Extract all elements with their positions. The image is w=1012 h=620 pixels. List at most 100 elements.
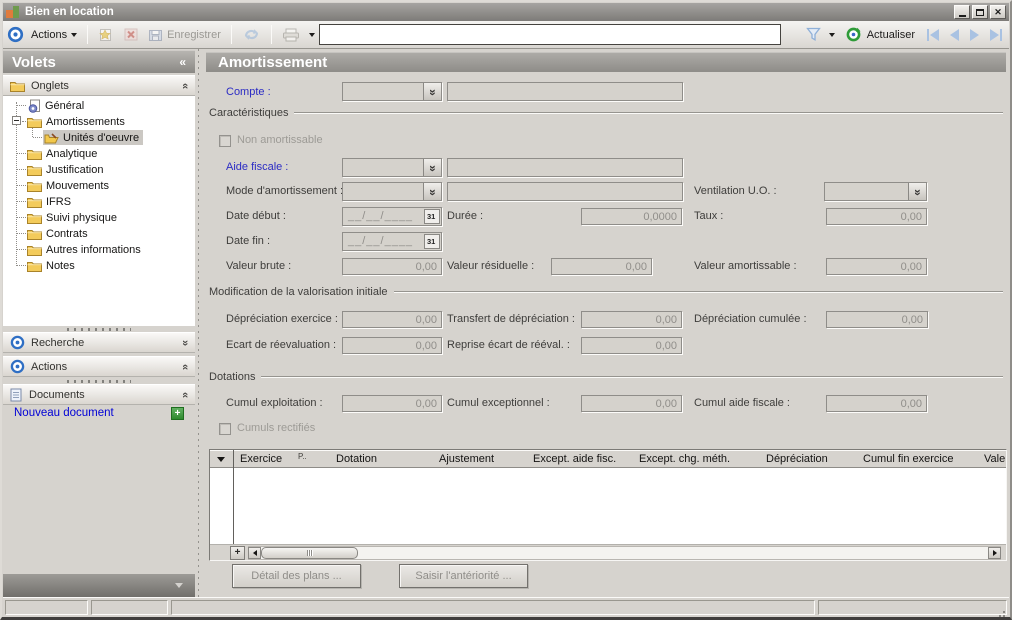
maximize-button[interactable] [972, 5, 988, 19]
red-x-icon [124, 28, 138, 41]
valeur-amortissable-field[interactable]: 0,00 [826, 258, 927, 275]
duree-field[interactable]: 0,0000 [581, 208, 682, 225]
tree-item-unites-doeuvre[interactable]: Unités d'oeuvre [43, 130, 143, 145]
compte-field[interactable] [447, 82, 683, 101]
horizontal-scrollbar[interactable] [248, 546, 1001, 560]
vertical-splitter[interactable] [195, 49, 202, 597]
date-debut-field[interactable]: __/__/____ 31 [342, 207, 442, 226]
depreciation-cumulee-label: Dépréciation cumulée : [694, 312, 807, 327]
sidebar-splitter-handle[interactable] [67, 328, 131, 331]
aide-fiscale-field[interactable] [447, 158, 683, 177]
next-record-button[interactable] [968, 29, 981, 41]
sidebar-splitter-handle[interactable] [67, 380, 131, 383]
date-fin-field[interactable]: __/__/____ 31 [342, 232, 442, 251]
saisir-anteriorite-button[interactable]: Saisir l'antériorité ... [399, 564, 528, 588]
last-record-button[interactable] [988, 29, 1004, 41]
filter-options-caret[interactable] [829, 33, 835, 37]
mode-amortissement-field[interactable] [447, 182, 683, 201]
tree-item-justification[interactable]: Justification [26, 162, 107, 177]
tree-item-analytique[interactable]: Analytique [26, 146, 101, 161]
new-record-button[interactable] [95, 26, 117, 44]
nouveau-document-link[interactable]: Nouveau document [14, 407, 114, 419]
ventilation-uo-combo[interactable]: » [824, 182, 927, 201]
chevron-down-icon[interactable]: » [423, 183, 441, 200]
previous-record-button[interactable] [948, 29, 961, 41]
first-record-button[interactable] [925, 29, 941, 41]
print-options-caret[interactable] [309, 33, 315, 37]
delete-record-button[interactable] [121, 26, 141, 43]
non-amortissable-row: Non amortissable [219, 133, 323, 148]
last-icon [990, 29, 999, 41]
taux-field[interactable]: 0,00 [826, 208, 927, 225]
column-depreciation[interactable]: Dépréciation [766, 453, 828, 465]
filter-funnel-icon[interactable] [805, 26, 822, 43]
column-cumul-fin-exercice[interactable]: Cumul fin exercice [863, 453, 953, 465]
tree-item-autres-informations[interactable]: Autres informations [26, 242, 145, 257]
scrollbar-thumb[interactable] [261, 547, 358, 559]
actions-menu-button[interactable]: Actions [28, 27, 80, 43]
tree-item-ifrs[interactable]: IFRS [26, 194, 75, 209]
cumuls-rectifies-checkbox[interactable] [219, 423, 231, 435]
collapse-node-icon[interactable] [12, 116, 21, 125]
section-documents[interactable]: Documents « [3, 384, 195, 405]
close-button[interactable]: ✕ [990, 5, 1006, 19]
refresh-record-button[interactable] [239, 25, 264, 44]
folder-icon [10, 80, 25, 92]
tree-item-notes[interactable]: Notes [26, 258, 79, 273]
transfert-depreciation-field[interactable]: 0,00 [581, 311, 682, 328]
folder-icon [27, 148, 42, 160]
calendar-button[interactable]: 31 [424, 234, 440, 249]
search-input[interactable] [319, 24, 781, 45]
tree-item-amortissements[interactable]: Amortissements [26, 114, 129, 129]
mode-amortissement-combo[interactable]: » [342, 182, 442, 201]
detail-des-plans-button[interactable]: Détail des plans ... [232, 564, 361, 588]
ecart-reevaluation-field[interactable]: 0,00 [342, 337, 442, 354]
column-except-aide-fisc[interactable]: Except. aide fisc. [533, 453, 616, 465]
tree-item-mouvements[interactable]: Mouvements [26, 178, 113, 193]
section-recherche[interactable]: Recherche » [3, 332, 195, 353]
cumul-exceptionnel-field[interactable]: 0,00 [581, 395, 682, 412]
refresh-view-button[interactable]: Actualiser [842, 24, 918, 45]
tree-item-contrats[interactable]: Contrats [26, 226, 92, 241]
column-valeur[interactable]: Vale [984, 453, 1005, 465]
collapse-section-icon[interactable]: « [182, 362, 188, 372]
column-dotation[interactable]: Dotation [336, 453, 377, 465]
cumuls-rectifies-row: Cumuls rectifiés [219, 421, 315, 436]
calendar-button[interactable]: 31 [424, 209, 440, 224]
scroll-right-button[interactable] [988, 547, 1001, 559]
section-actions[interactable]: Actions « [3, 356, 195, 377]
collapse-section-icon[interactable]: « [182, 81, 188, 91]
chevron-down-icon[interactable]: » [908, 183, 926, 200]
resize-grip[interactable] [1003, 611, 1005, 613]
valeur-residuelle-field[interactable]: 0,00 [551, 258, 652, 275]
compte-combo[interactable]: » [342, 82, 442, 101]
depreciation-exercice-field[interactable]: 0,00 [342, 311, 442, 328]
column-except-chg-meth[interactable]: Except. chg. méth. [639, 453, 730, 465]
column-ajustement[interactable]: Ajustement [439, 453, 494, 465]
add-document-button[interactable]: + [171, 407, 184, 420]
cumul-exploitation-field[interactable]: 0,00 [342, 395, 442, 412]
non-amortissable-checkbox[interactable] [219, 135, 231, 147]
scroll-left-button[interactable] [248, 547, 261, 559]
expand-section-icon[interactable]: » [182, 338, 188, 348]
cumul-aide-fiscale-field[interactable]: 0,00 [826, 395, 927, 412]
section-onglets[interactable]: Onglets « [3, 75, 195, 96]
save-button[interactable]: Enregistrer [145, 26, 224, 44]
chevron-down-icon[interactable]: » [423, 83, 441, 100]
chevron-down-icon[interactable]: » [423, 159, 441, 176]
add-row-button[interactable]: + [230, 546, 245, 560]
column-exercice[interactable]: Exercice [240, 453, 282, 465]
minimize-button[interactable] [954, 5, 970, 19]
aide-fiscale-combo[interactable]: » [342, 158, 442, 177]
collapse-section-icon[interactable]: « [182, 390, 188, 400]
depreciation-cumulee-field[interactable]: 0,00 [826, 311, 928, 328]
compte-label: Compte : [226, 85, 271, 100]
print-button[interactable] [279, 26, 303, 44]
tree-item-general[interactable]: Général [26, 98, 88, 113]
reprise-ecart-field[interactable]: 0,00 [581, 337, 682, 354]
sidebar-bottom-bar [3, 574, 195, 597]
more-options-caret[interactable] [175, 583, 183, 588]
collapse-sidebar-button[interactable]: « [179, 55, 186, 69]
tree-item-suivi-physique[interactable]: Suivi physique [26, 210, 121, 225]
valeur-brute-field[interactable]: 0,00 [342, 258, 442, 275]
